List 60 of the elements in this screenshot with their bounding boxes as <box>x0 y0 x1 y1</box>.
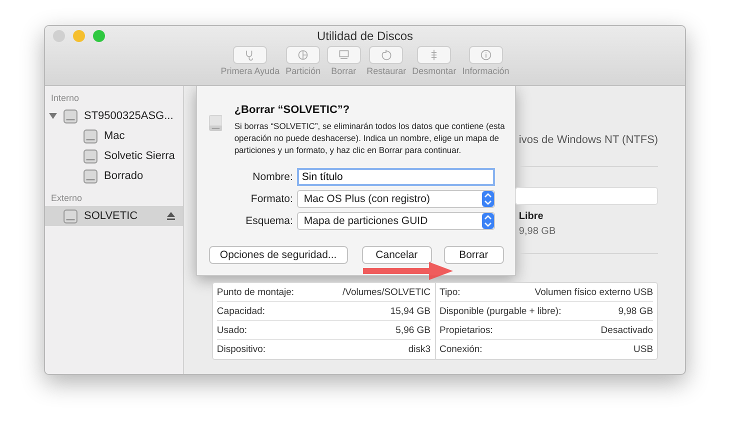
info-label: Capacidad: <box>216 306 265 316</box>
info-value: Volumen físico externo USB <box>534 286 654 298</box>
toolbar-label: Primera Ayuda <box>220 66 280 76</box>
disk-name: ST9500325ASG... <box>84 110 174 122</box>
window-control[interactable] <box>73 30 85 42</box>
disk-name: Solvetic Sierra <box>104 150 175 162</box>
toolbar-label: Borrar <box>331 66 356 76</box>
info-label: Disponible (purgable + libre): <box>440 306 562 316</box>
disk-name: Borrado <box>104 170 144 182</box>
info-label: Usado: <box>216 324 248 336</box>
dialog-button[interactable]: Opciones de seguridad... <box>208 246 348 264</box>
info-value: Desactivado <box>600 324 654 336</box>
eject-icon[interactable] <box>166 212 175 220</box>
sidebar-item[interactable]: ST9500325ASG... <box>45 106 183 126</box>
info-value: /Volumes/SOLVETIC <box>342 286 430 298</box>
sidebar-item[interactable]: SOLVETIC <box>45 206 183 226</box>
field-label: Nombre: <box>252 171 293 183</box>
window-control[interactable] <box>93 30 105 42</box>
sidebar-item[interactable]: Mac <box>45 126 183 146</box>
window-control[interactable] <box>53 30 65 42</box>
dialog-button[interactable]: Cancelar <box>362 246 432 264</box>
sidebar-item[interactable]: Borrado <box>45 166 183 186</box>
toolbar-label: Desmontar <box>412 66 456 76</box>
dialog-message: Si borras “SOLVETIC”, se eliminarán todos los datos que contiene (esta operación no puede deshacerse). Indica un nombre, elige un mapa de particiones y un formato, y haz clic en Borrar para continuar. <box>234 120 505 156</box>
info-label: Dispositivo: <box>216 344 266 355</box>
info-value: 15,94 GB <box>390 306 430 316</box>
restore-icon <box>380 49 392 61</box>
section-label: Externo <box>50 192 84 205</box>
info-value: 5,96 GB <box>396 324 430 336</box>
dialog-button[interactable]: Borrar <box>444 246 504 264</box>
info-value: disk3 <box>408 344 430 355</box>
info-label: Tipo: <box>440 286 460 298</box>
info-value: 9,98 GB <box>618 306 654 316</box>
info-label: Punto de montaje: <box>216 286 294 298</box>
free-value: 9,98 GB <box>518 226 557 237</box>
popup-menu[interactable]: Mapa de particiones GUID <box>296 212 495 230</box>
field-label: Esquema: <box>244 215 293 227</box>
pie-icon <box>297 49 310 61</box>
free-label: Libre <box>518 211 544 222</box>
info-label: Propietarios: <box>440 324 493 336</box>
stepper-icon <box>482 213 494 229</box>
section-label: Interno <box>50 92 80 105</box>
info-icon <box>480 49 492 61</box>
sidebar-item[interactable]: Solvetic Sierra <box>45 146 183 166</box>
volume-description: ivos de Windows NT (NTFS) <box>518 134 658 146</box>
toolbar-label: Información <box>462 66 510 76</box>
info-value: USB <box>634 344 654 355</box>
name-field[interactable]: Sin título <box>296 168 495 186</box>
field-label: Formato: <box>250 193 293 205</box>
disk-name: Mac <box>104 130 126 142</box>
toolbar-label: Partición <box>286 66 321 76</box>
erase-icon <box>338 49 350 61</box>
dialog-title: ¿Borrar “SOLVETIC”? <box>234 104 351 116</box>
stepper-icon <box>482 191 494 207</box>
disk-name: SOLVETIC <box>84 210 139 222</box>
disclosure-triangle-icon[interactable] <box>49 112 57 120</box>
window-title: Utilidad de Discos <box>316 29 414 43</box>
info-label: Conexión: <box>440 344 482 355</box>
popup-menu[interactable]: Mac OS Plus (con registro) <box>296 190 495 208</box>
toolbar-label: Restaurar <box>366 66 406 76</box>
